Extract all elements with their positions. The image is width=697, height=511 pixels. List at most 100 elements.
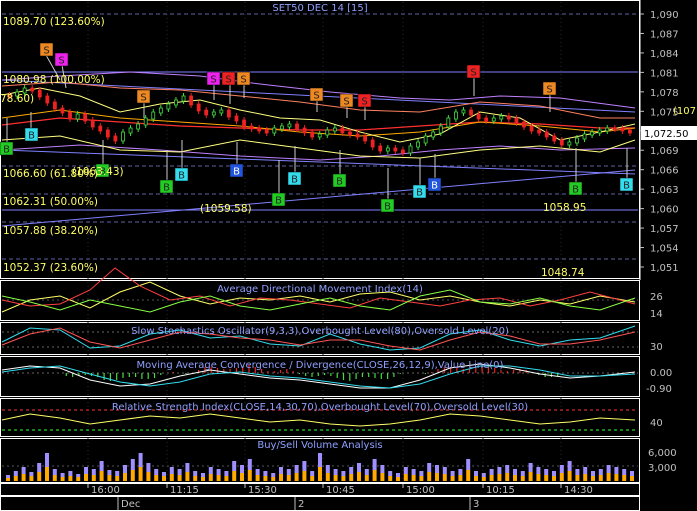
signal-letter: S [313,91,319,102]
signal-letter: S [240,75,246,86]
volume-bar-buy [458,469,463,475]
volume-bar-sell [146,472,151,481]
time-label-4: 15:00 [406,485,435,496]
candle-body [620,127,625,132]
candle-body [605,127,610,132]
volume-bar-sell [536,474,541,481]
volume-bar-sell [13,476,18,481]
volume-bar-buy [396,473,400,477]
candle-body [385,147,390,152]
volume-bar-sell [45,467,49,481]
volume-bar-buy [528,463,533,472]
volume-bar-buy [162,472,166,476]
volume-bar-buy [37,463,42,472]
date-label-dec: Dec [121,499,140,510]
volume-tick-0: 6,000 [648,448,677,459]
volume-bar-buy [201,473,205,477]
volume-bar-sell [474,476,478,481]
volume-bar-sell [583,474,588,481]
rsi-panel-title: Relative Strength Index(CLOSE,14,30,70),… [112,402,528,413]
volume-bar-sell [544,475,549,481]
volume-bar-sell [591,476,595,481]
volume-bar-buy [349,467,354,474]
volume-bar-buy [318,453,322,467]
volume-bar-sell [76,477,81,481]
volume-bar-buy [169,467,174,474]
candle-body [408,145,413,154]
volume-bar-sell [154,475,159,481]
volume-bar-buy [107,470,112,475]
candle-body [204,109,209,116]
volume-bar-sell [60,477,65,481]
signal-letter: S [343,97,349,108]
signal-letter: S [546,85,552,96]
signal-letter: B [3,145,10,156]
volume-bar-sell [208,474,213,481]
current-price-label: 1,072.50 [644,129,689,140]
volume-bar-sell [489,475,494,481]
volume-bar-buy [146,463,151,472]
volume-bar-sell [263,476,268,481]
candle-body [166,103,171,110]
signal-letter: B [163,183,170,194]
volume-bar-sell [162,476,166,481]
price-axis-label-4: 1,078 [650,88,679,99]
volume-bar-sell [520,476,525,481]
time-label-5: 10:15 [486,485,515,496]
volume-bar-sell [310,476,315,481]
candle-body [582,133,587,140]
signal-letter: S [361,97,367,108]
candle-body [302,127,307,134]
volume-bar-buy [481,473,486,477]
volume-bar-sell [37,472,42,481]
volume-bar-buy [372,459,377,470]
volume-bar-sell [130,470,135,481]
candle-body [552,135,557,142]
volume-bar-buy [84,467,88,474]
volume-bar-buy [45,453,49,467]
volume-bar-buy [271,473,276,477]
volume-tick-1: 3,000 [648,463,677,474]
volume-bar-buy [466,459,471,470]
candle-body [37,89,42,98]
volume-bar-buy [52,469,57,475]
volume-bar-buy [13,471,18,476]
volume-bar-buy [115,471,120,476]
candle-body [83,113,88,122]
volume-bar-sell [21,474,26,481]
fib-label-236: 1052.37 (23.60%) [3,262,98,274]
volume-bar-sell [388,476,393,481]
volume-bar-buy [21,467,26,474]
rsi-tick-0: 40 [650,418,663,429]
candle-body [476,113,481,120]
candle-body [461,109,466,114]
volume-bar-buy [622,469,627,475]
price-axis-label-9: 1,063 [650,185,679,196]
stoch-panel-title: Slow Stochastics Oscillator(9,3,3),Overb… [131,326,509,337]
price-annotation-right: 1058.95 [543,202,586,214]
candle-body [242,119,246,128]
volume-bar-buy [341,471,346,476]
volume-bar-sell [396,477,400,481]
volume-bar-sell [341,476,346,481]
volume-bar-sell [123,473,127,481]
date-label-2: 2 [298,499,304,510]
fib-label-786: 78.60) [0,93,34,105]
volume-bar-sell [458,475,463,481]
candle-body [446,117,451,128]
stock-chart-window[interactable]: SSSS S SSSSSSBBBBB BBB BBBB B B SET50 DEC 14 [… [0,0,697,511]
volume-bar-sell [107,475,112,481]
volume-bar-sell [91,475,96,481]
candle-body [60,107,65,114]
candle-body [628,129,632,134]
volume-panel-title: Buy/Sell Volume Analysis [257,440,382,451]
volume-bar-sell [442,474,447,481]
macd-tick-0: 0.00 [650,368,672,379]
volume-bar-sell [559,473,564,481]
time-label-1: 11:15 [170,485,199,496]
volume-bar-buy [263,471,268,476]
fib-label-618: 1066.60 (61.80%) [3,168,98,180]
price-axis-label-7: 1,069 [650,146,679,157]
volume-bar-sell [372,470,377,481]
candle-body [158,107,163,114]
